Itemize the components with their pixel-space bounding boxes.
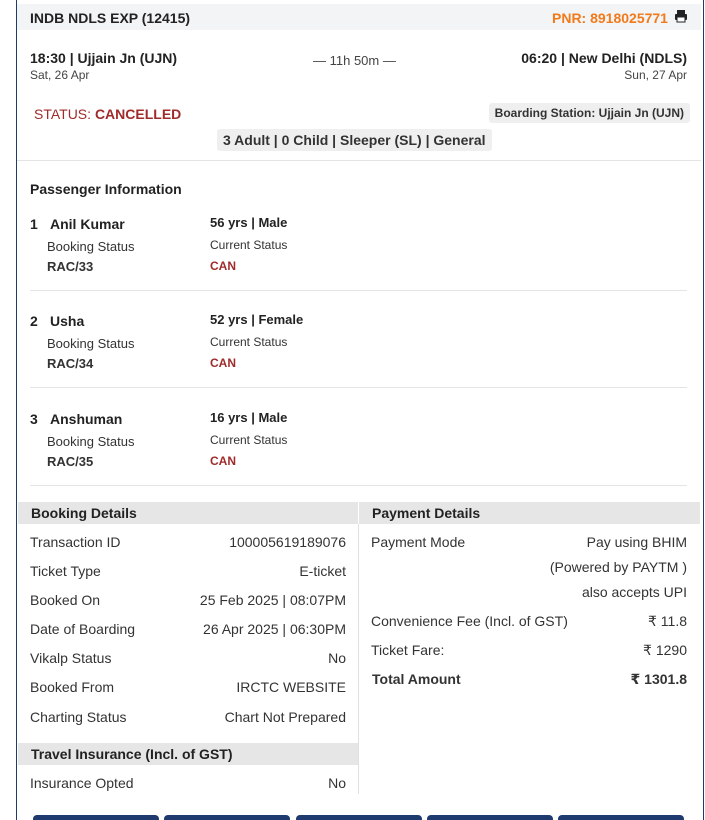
passenger-number: 2 bbox=[30, 313, 38, 329]
booking-status-label: Booking Status bbox=[47, 434, 135, 449]
divider bbox=[30, 387, 687, 388]
insurance-opted-value: No bbox=[328, 775, 346, 791]
booking-row-label: Date of Boarding bbox=[30, 621, 136, 637]
passenger-age-gender: 16 yrs | Male bbox=[210, 410, 288, 425]
booking-row-value: No bbox=[328, 650, 346, 666]
booking-status-value: RAC/35 bbox=[47, 454, 94, 469]
payment-mode-upi: also accepts UPI bbox=[581, 584, 687, 600]
total-amount-label: Total Amount bbox=[372, 671, 461, 687]
current-status-label: Current Status bbox=[210, 433, 288, 447]
divider bbox=[30, 485, 687, 486]
passenger-number: 3 bbox=[30, 411, 38, 427]
passenger-summary: 3 Adult | 0 Child | Sleeper (SL) | Gener… bbox=[217, 129, 492, 151]
booking-status-label: Booking Status bbox=[47, 239, 135, 254]
booking-row-value: E-ticket bbox=[299, 563, 346, 579]
booking-status-label: Booking Status bbox=[47, 336, 135, 351]
travel-insurance-header: Travel Insurance (Incl. of GST) bbox=[18, 743, 358, 765]
passenger-number: 1 bbox=[30, 216, 38, 232]
total-amount-value: ₹ 1301.8 bbox=[630, 671, 687, 687]
ticket-fare-value: ₹ 1290 bbox=[643, 642, 687, 658]
ticket-fare-label: Ticket Fare: bbox=[371, 642, 445, 658]
current-status-value: CAN bbox=[210, 259, 236, 273]
passenger-age-gender: 56 yrs | Male bbox=[210, 215, 288, 230]
passenger-name: Anshuman bbox=[50, 411, 123, 427]
current-status-label: Current Status bbox=[210, 238, 288, 252]
action-button[interactable] bbox=[296, 815, 422, 820]
arrival-info: 06:20 | New Delhi (NDLS) bbox=[521, 50, 687, 66]
action-button[interactable] bbox=[427, 815, 553, 820]
convenience-fee-value: ₹ 11.8 bbox=[647, 613, 687, 629]
payment-mode-label: Payment Mode bbox=[371, 534, 466, 550]
departure-info: 18:30 | Ujjain Jn (UJN) bbox=[30, 50, 178, 66]
passenger-section-title: Passenger Information bbox=[30, 181, 182, 197]
booking-row-label: Ticket Type bbox=[30, 563, 101, 579]
passenger-name: Usha bbox=[50, 313, 85, 329]
action-button[interactable] bbox=[164, 815, 290, 820]
booking-row-value: 25 Feb 2025 | 08:07PM bbox=[199, 592, 346, 608]
divider bbox=[30, 290, 687, 291]
booking-row-label: Booked From bbox=[30, 679, 115, 695]
booking-row-label: Booked On bbox=[30, 592, 101, 608]
payment-mode-powered: (Powered by PAYTM ) bbox=[549, 559, 687, 575]
insurance-opted-label: Insurance Opted bbox=[30, 775, 134, 791]
passenger-age-gender: 52 yrs | Female bbox=[210, 312, 304, 327]
current-status-value: CAN bbox=[210, 356, 236, 370]
journey-duration: — 11h 50m — bbox=[313, 53, 396, 68]
action-button[interactable] bbox=[33, 815, 159, 820]
booking-row-value: Chart Not Prepared bbox=[224, 709, 346, 725]
divider bbox=[17, 160, 701, 161]
arrival-date: Sun, 27 Apr bbox=[624, 68, 687, 82]
booking-row-label: Charting Status bbox=[30, 709, 127, 725]
column-divider bbox=[358, 524, 359, 794]
current-status-label: Current Status bbox=[210, 335, 288, 349]
booking-row-value: 26 Apr 2025 | 06:30PM bbox=[203, 621, 346, 637]
action-button[interactable] bbox=[558, 815, 684, 820]
passenger-name: Anil Kumar bbox=[50, 216, 125, 232]
booking-row-label: Transaction ID bbox=[30, 534, 121, 550]
status-line: STATUS: CANCELLED bbox=[34, 106, 181, 122]
boarding-station-badge: Boarding Station: Ujjain Jn (UJN) bbox=[488, 103, 690, 123]
convenience-fee-label: Convenience Fee (Incl. of GST) bbox=[371, 613, 568, 629]
payment-mode-value: Pay using BHIM bbox=[586, 534, 687, 550]
booking-row-label: Vikalp Status bbox=[30, 650, 112, 666]
pnr-number: PNR: 8918025771 bbox=[552, 10, 668, 26]
booking-status-value: RAC/34 bbox=[47, 356, 94, 371]
booking-row-value: 100005619189076 bbox=[229, 534, 346, 550]
departure-date: Sat, 26 Apr bbox=[30, 68, 90, 82]
status-label: STATUS: bbox=[34, 106, 92, 122]
printer-icon[interactable] bbox=[674, 9, 688, 23]
booking-details-header: Booking Details bbox=[18, 502, 358, 524]
current-status-value: CAN bbox=[210, 454, 236, 468]
booking-row-value: IRCTC WEBSITE bbox=[236, 679, 346, 695]
train-name: INDB NDLS EXP (12415) bbox=[30, 10, 191, 26]
ticket-card bbox=[16, 0, 704, 820]
status-value: CANCELLED bbox=[94, 106, 182, 122]
payment-details-header: Payment Details bbox=[359, 502, 700, 524]
booking-status-value: RAC/33 bbox=[47, 259, 94, 274]
